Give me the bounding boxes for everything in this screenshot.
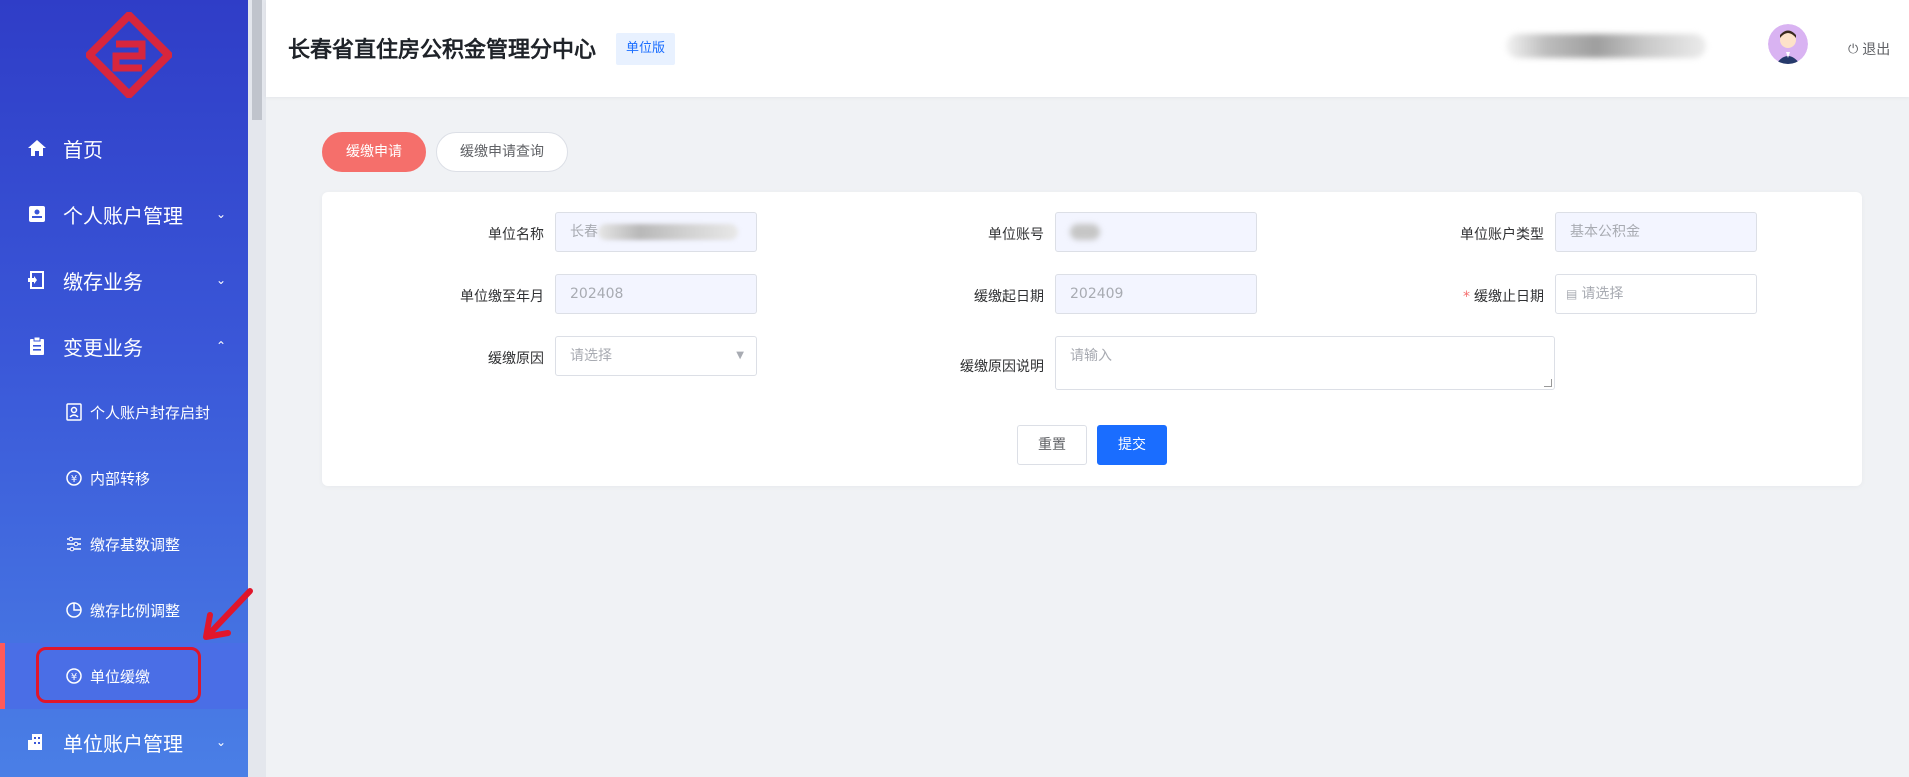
id-card-icon	[26, 203, 48, 225]
paid-until-field: 202408	[555, 274, 757, 314]
sidebar-item-unit-account[interactable]: 单位账户管理 ⌄	[0, 709, 248, 775]
unit-name-label: 单位名称	[488, 227, 544, 243]
sidebar-subitem-account-seal[interactable]: 个人账户封存启封	[0, 379, 248, 445]
required-mark: *	[1463, 289, 1470, 305]
version-badge: 单位版	[616, 33, 676, 65]
defer-end-label-text: 缓缴止日期	[1474, 289, 1544, 305]
sidebar-subitem-internal-transfer[interactable]: ¥ 内部转移	[0, 445, 248, 511]
sidebar-item-label: 变更业务	[63, 335, 143, 360]
redacted-value	[1070, 224, 1100, 240]
svg-text:¥: ¥	[71, 672, 77, 683]
sidebar-item-change[interactable]: 变更业务 ⌃	[0, 313, 248, 379]
sidebar-item-label: 缴存业务	[63, 269, 143, 294]
chevron-up-icon: ⌃	[215, 339, 226, 353]
submit-button[interactable]: 提交	[1097, 425, 1167, 465]
unit-account-label: 单位账号	[988, 227, 1044, 243]
redacted-value	[598, 224, 738, 240]
sidebar-nav: 首页 个人账户管理 ⌄ 缴存业务 ⌄ 变更业务 ⌃ 个人账户封存启封 ¥ 内部转…	[0, 115, 248, 775]
building-icon	[26, 731, 48, 753]
tab-bar: 缓缴申请 缓缴申请查询	[322, 132, 578, 172]
sliders-icon	[64, 534, 84, 554]
unit-name-value: 长春	[570, 224, 598, 240]
avatar[interactable]	[1768, 24, 1808, 64]
calendar-icon: ▤	[1566, 287, 1578, 301]
sidebar-subitem-label: 单位缓缴	[90, 667, 151, 686]
reset-button[interactable]: 重置	[1017, 425, 1087, 465]
annotation-arrow-icon	[203, 588, 253, 640]
tab-deferral-query[interactable]: 缓缴申请查询	[436, 132, 568, 172]
yuan-transfer-icon: ¥	[64, 468, 84, 488]
reason-desc-placeholder: 请输入	[1070, 348, 1112, 364]
sidebar-item-label: 个人账户管理	[63, 203, 183, 228]
sidebar-item-personal-account[interactable]: 个人账户管理 ⌄	[0, 181, 248, 247]
tab-deferral-apply[interactable]: 缓缴申请	[322, 132, 426, 172]
sidebar-subitem-label: 缴存基数调整	[90, 535, 181, 554]
home-icon	[26, 137, 48, 159]
logout-button[interactable]: ⏻ 退出	[1848, 39, 1890, 59]
caret-down-icon: ▼	[736, 350, 744, 361]
svg-text:¥: ¥	[71, 474, 77, 485]
pie-icon	[64, 600, 84, 620]
scrollbar-thumb[interactable]	[252, 0, 262, 120]
person-card-icon	[64, 402, 84, 422]
defer-end-placeholder: 请选择	[1581, 286, 1624, 302]
logout-label: 退出	[1862, 42, 1891, 58]
sidebar-subitem-base-adjust[interactable]: 缴存基数调整	[0, 511, 248, 577]
deposit-icon	[26, 269, 48, 291]
sidebar-subitem-label: 缴存比例调整	[90, 601, 181, 620]
defer-start-field: 202409	[1055, 274, 1257, 314]
sidebar-subitem-label: 内部转移	[90, 469, 151, 488]
unit-account-type-label: 单位账户类型	[1460, 227, 1544, 243]
sidebar-item-home[interactable]: 首页	[0, 115, 248, 181]
chevron-down-icon: ⌄	[215, 735, 226, 749]
sidebar-subitem-unit-deferral[interactable]: ¥ 单位缓缴	[0, 643, 248, 709]
power-icon: ⏻	[1848, 41, 1859, 57]
page-title: 长春省直住房公积金管理分中心	[288, 38, 597, 63]
sidebar-item-label: 首页	[63, 137, 103, 162]
sidebar-item-deposit[interactable]: 缴存业务 ⌄	[0, 247, 248, 313]
sidebar: 首页 个人账户管理 ⌄ 缴存业务 ⌄ 变更业务 ⌃ 个人账户封存启封 ¥ 内部转…	[0, 0, 248, 777]
paid-until-label: 单位缴至年月	[460, 289, 544, 305]
defer-start-label: 缓缴起日期	[974, 289, 1044, 305]
defer-end-date-picker[interactable]: ▤ 请选择	[1555, 274, 1757, 314]
clipboard-icon	[26, 335, 48, 357]
unit-account-field	[1055, 212, 1257, 252]
chevron-down-icon: ⌄	[215, 207, 226, 221]
resize-handle[interactable]	[1544, 379, 1552, 387]
reason-desc-label: 缓缴原因说明	[960, 359, 1044, 375]
sidebar-item-label: 单位账户管理	[63, 731, 183, 756]
form-card: 单位名称 长春 单位账号 单位账户类型 基本公积金 单位缴至年月 202408 …	[322, 192, 1862, 486]
reason-label: 缓缴原因	[488, 351, 544, 367]
yuan-cycle-icon: ¥	[64, 666, 84, 686]
reason-select[interactable]: 请选择 ▼	[555, 336, 757, 376]
top-header: 长春省直住房公积金管理分中心 单位版 ⏻ 退出	[266, 0, 1909, 97]
sidebar-subitem-label: 个人账户封存启封	[90, 403, 211, 422]
chevron-down-icon: ⌄	[215, 273, 226, 287]
logo-icon	[86, 12, 172, 98]
reason-placeholder: 请选择	[570, 348, 612, 364]
user-info-redacted	[1506, 34, 1706, 58]
defer-end-label: * 缓缴止日期	[1384, 286, 1544, 306]
unit-name-field: 长春	[555, 212, 757, 252]
unit-account-type-field: 基本公积金	[1555, 212, 1757, 252]
reason-desc-textarea[interactable]: 请输入	[1055, 336, 1555, 390]
sidebar-scrollbar[interactable]	[248, 0, 266, 777]
